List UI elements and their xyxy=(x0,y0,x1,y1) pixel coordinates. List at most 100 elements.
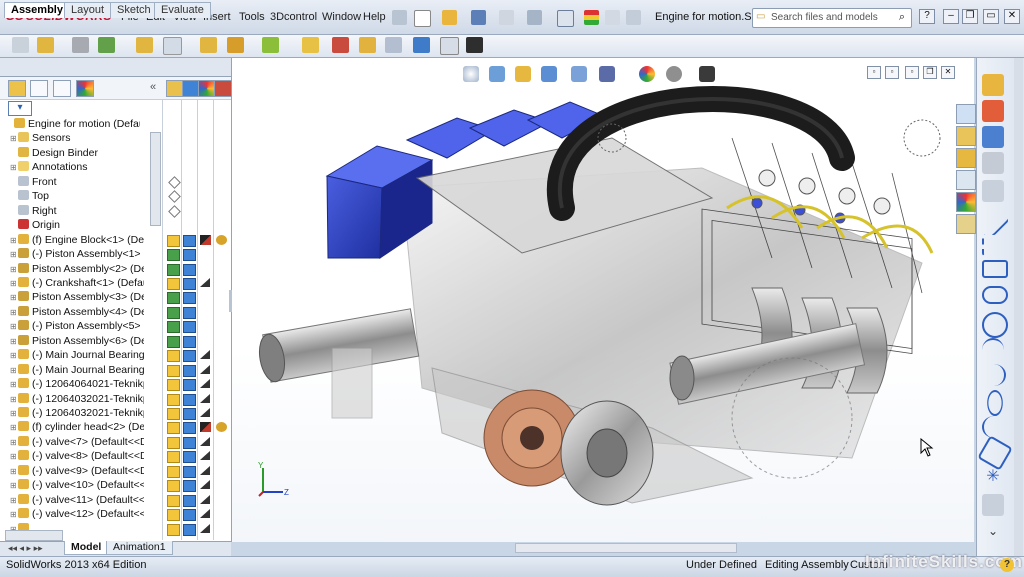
display-mode-icon[interactable] xyxy=(200,364,210,374)
appearance-swatch-icon[interactable] xyxy=(183,523,196,536)
expand-toggle-icon[interactable]: ⊞ xyxy=(10,364,18,377)
tree-item[interactable]: ⊞ (-) Crankshaft<1> (Defaul xyxy=(10,276,144,290)
component-visibility-icon[interactable] xyxy=(167,263,180,276)
restore-doc-icon[interactable]: ❐ xyxy=(923,66,937,79)
bill-of-materials-icon[interactable] xyxy=(302,37,319,53)
display-style-icon[interactable] xyxy=(599,66,615,82)
assembly-features-icon[interactable] xyxy=(200,37,217,53)
edit-appearance-icon[interactable] xyxy=(639,66,655,82)
tree-item[interactable]: ⊞ Piston Assembly<6> (De xyxy=(10,334,144,348)
expand-toggle-icon[interactable]: ⊞ xyxy=(10,248,18,261)
tab-model[interactable]: Model xyxy=(64,541,109,555)
expand-toggle-icon[interactable]: ⊞ xyxy=(10,320,18,333)
tree-item[interactable]: ⊞ (-) 12064032021-Teknikpr xyxy=(10,392,144,406)
appearances-icon[interactable] xyxy=(956,192,976,212)
rebuild-icon[interactable] xyxy=(584,10,599,25)
search-icon[interactable]: ⌕ xyxy=(899,11,905,24)
engine-model[interactable] xyxy=(232,58,974,542)
tree-item[interactable]: ⊞ Piston Assembly<4> (Def xyxy=(10,305,144,319)
tree-item[interactable]: Top xyxy=(10,189,144,203)
appearance-swatch-icon[interactable] xyxy=(183,480,196,493)
appearance-swatch-icon[interactable] xyxy=(183,509,196,522)
3d-sketch-icon[interactable] xyxy=(982,100,1004,122)
appearance-swatch-icon[interactable] xyxy=(183,234,196,247)
menu-window[interactable]: Window xyxy=(322,11,361,23)
split-view-icon[interactable]: ▫ xyxy=(867,66,881,79)
component-visibility-icon[interactable] xyxy=(167,523,180,536)
appearance-swatch-icon[interactable] xyxy=(183,393,196,406)
open-folder-icon[interactable] xyxy=(442,10,457,25)
pin-icon[interactable] xyxy=(392,10,407,25)
tree-item[interactable]: ⊞ (-) valve<7> (Default<<D xyxy=(10,435,144,449)
tree-item[interactable]: ⊞ Sensors xyxy=(10,131,144,145)
smart-dimension-icon[interactable] xyxy=(982,126,1004,148)
display-mode-icon[interactable] xyxy=(200,509,210,519)
tree-root[interactable]: Engine for motion (Default<D xyxy=(6,117,140,131)
appearance-swatch-icon[interactable] xyxy=(183,277,196,290)
expand-toggle-icon[interactable]: ⊞ xyxy=(10,393,18,406)
menu-tools[interactable]: Tools xyxy=(239,11,265,23)
view-settings-icon[interactable] xyxy=(699,66,715,82)
expand-toggle-icon[interactable]: ⊞ xyxy=(10,378,18,391)
fillet-icon[interactable] xyxy=(982,416,1006,438)
expand-toggle-icon[interactable]: ⊞ xyxy=(10,421,18,434)
split-view-icon[interactable]: ▫ xyxy=(885,66,899,79)
appearance-swatch-icon[interactable] xyxy=(183,451,196,464)
tree-item[interactable]: ⊞ (-) Main Journal Bearings- xyxy=(10,348,144,362)
display-manager-icon[interactable] xyxy=(76,80,94,97)
trim-icon[interactable] xyxy=(982,494,1004,516)
display-mode-icon[interactable] xyxy=(200,408,210,417)
expand-toggle-icon[interactable]: ⊞ xyxy=(10,263,18,276)
tree-item[interactable]: ⊞ (-) valve<12> (Default<<I xyxy=(10,507,144,521)
toolbar-scrollbar[interactable] xyxy=(1014,58,1023,556)
transparency-icon[interactable] xyxy=(216,234,227,245)
expand-toggle-icon[interactable]: ⊞ xyxy=(10,508,18,521)
component-visibility-icon[interactable] xyxy=(167,480,180,493)
help-icon[interactable]: ? xyxy=(1000,558,1014,572)
restore-button[interactable]: ❐ xyxy=(962,9,978,24)
select-arrow-icon[interactable] xyxy=(557,10,574,27)
expand-toggle-icon[interactable]: ⊞ xyxy=(10,407,18,420)
sketch-icon[interactable] xyxy=(982,74,1004,96)
display-mode-icon[interactable] xyxy=(200,350,210,360)
display-mode-icon[interactable] xyxy=(200,451,210,461)
appearance-swatch-icon[interactable] xyxy=(183,408,196,420)
apply-scene-icon[interactable] xyxy=(666,66,682,82)
appearance-swatch-icon[interactable] xyxy=(183,465,196,478)
tab-nav-arrows-icon[interactable]: ◂◂ ◂ ▸ ▸▸ xyxy=(8,543,43,554)
tree-item[interactable]: ⊞ (-) valve<8> (Default<<D xyxy=(10,449,144,463)
point-icon[interactable]: ✳ xyxy=(982,466,1004,488)
tree-item[interactable]: ⊞ (-) valve<10> (Default<<I xyxy=(10,478,144,492)
appearance-swatch-icon[interactable] xyxy=(183,306,196,319)
mate-icon[interactable] xyxy=(37,37,54,53)
tree-scrollbar[interactable] xyxy=(150,132,161,226)
transparency-column-icon[interactable] xyxy=(214,80,232,97)
expand-toggle-icon[interactable]: ⊞ xyxy=(10,479,18,492)
split-view-icon[interactable]: ▫ xyxy=(905,66,919,79)
tree-item[interactable]: Design Binder xyxy=(10,146,144,160)
component-visibility-icon[interactable] xyxy=(167,249,180,262)
minimize-button[interactable]: – xyxy=(943,9,959,24)
move-component-icon[interactable] xyxy=(136,37,153,53)
component-visibility-icon[interactable] xyxy=(167,306,180,319)
expand-toggle-icon[interactable]: ⊞ xyxy=(10,291,18,304)
exploded-view-icon[interactable] xyxy=(332,37,349,53)
component-visibility-icon[interactable] xyxy=(167,393,180,406)
custom-properties-icon[interactable] xyxy=(956,214,976,234)
expand-toggle-icon[interactable]: ⊞ xyxy=(10,234,18,247)
insert-components-icon[interactable] xyxy=(12,37,29,53)
tree-item[interactable]: Right xyxy=(10,204,144,218)
tab-sketch[interactable]: Sketch xyxy=(110,2,158,18)
display-mode-icon[interactable] xyxy=(200,234,211,245)
component-visibility-icon[interactable] xyxy=(167,335,180,348)
component-visibility-icon[interactable] xyxy=(167,379,180,392)
previous-view-icon[interactable] xyxy=(515,66,531,82)
tree-horizontal-scrollbar[interactable] xyxy=(5,530,63,541)
zoom-area-icon[interactable] xyxy=(489,66,505,82)
tab-evaluate[interactable]: Evaluate xyxy=(154,2,211,18)
hole-alignment-icon[interactable] xyxy=(440,37,459,55)
design-library-icon[interactable] xyxy=(956,126,976,146)
tree-item[interactable]: ⊞ (-) Piston Assembly<5> ( xyxy=(10,319,144,333)
appearance-swatch-icon[interactable] xyxy=(183,321,196,334)
appearance-swatch-icon[interactable] xyxy=(183,422,196,435)
